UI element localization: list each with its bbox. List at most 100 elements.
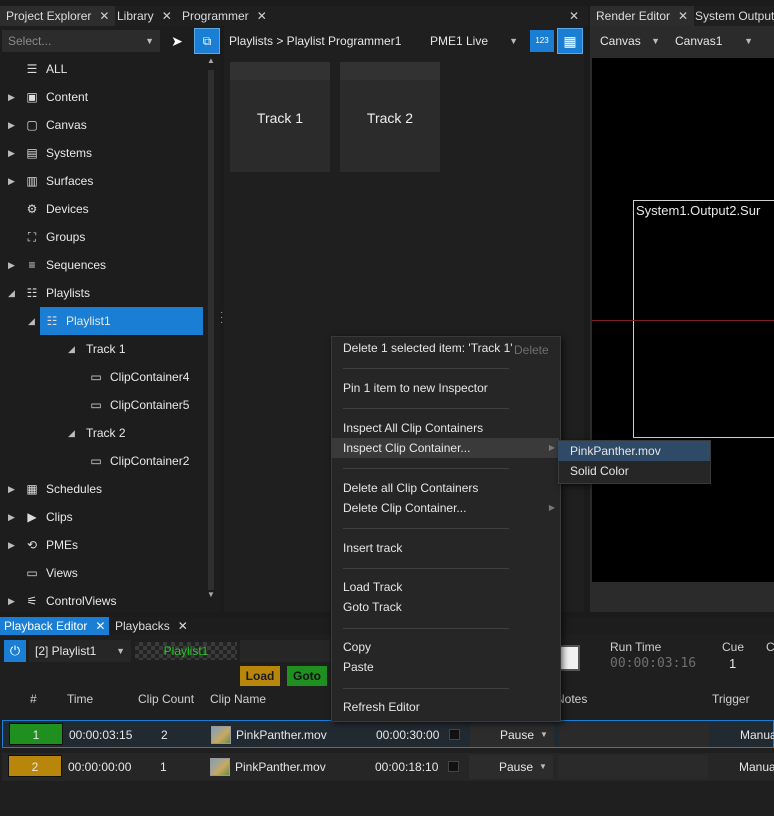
expand-arrow-icon[interactable]: ▶ [8,139,15,167]
secondary-dropdown[interactable] [240,640,330,662]
row-notes[interactable] [558,755,708,779]
tree-item[interactable]: ▭ ClipContainer5 [88,391,189,419]
column-time[interactable]: Time [67,692,93,706]
close-icon[interactable]: ✕ [95,619,105,633]
tab-render-editor[interactable]: Render Editor ✕ [590,6,695,26]
tab-project-explorer[interactable]: Project Explorer ✕ [0,6,116,26]
expand-arrow-icon[interactable]: ▶ [8,587,15,615]
row-number[interactable]: 2 [8,755,62,777]
tree-item[interactable]: ▶ ▥ Surfaces [8,167,93,195]
column-num[interactable]: # [30,692,37,706]
context-menu-item[interactable]: Insert track [331,538,559,558]
canvas-name-dropdown[interactable]: Canvas1 ▼ [669,30,759,52]
context-menu-item[interactable]: Pin 1 item to new Inspector [331,378,559,398]
numbers-view-button[interactable]: 123 [530,30,554,52]
close-icon[interactable]: ✕ [162,9,172,23]
tree-item[interactable]: ◢ ☷ Playlists [8,279,91,307]
action-dropdown[interactable]: Pause ▼ [470,723,554,747]
tree-item[interactable]: ▶ ▤ Systems [8,139,92,167]
track-card-1[interactable]: Track 1 [230,62,330,172]
tree-item[interactable]: ⛶ Groups [24,223,86,251]
table-row[interactable]: 1 00:00:03:15 2 PinkPanther.mov 00:00:30:00 P… [2,720,774,748]
column-clip-count[interactable]: Clip Count [138,692,194,706]
tree-item[interactable]: ▭ ClipContainer4 [88,363,189,391]
close-icon[interactable]: ✕ [257,9,267,23]
tab-system-output[interactable]: System Output [689,6,774,26]
row-notes[interactable] [559,723,709,747]
tree-item[interactable]: ▶ ▢ Canvas [8,111,87,139]
scroll-thumb[interactable] [208,70,214,590]
expand-arrow-icon[interactable]: ▶ [8,167,15,195]
power-icon[interactable]: ⏻ [4,640,26,662]
context-menu-item[interactable]: Delete 1 selected item: 'Track 1' Delete [331,338,559,358]
scroll-down-icon[interactable]: ▼ [204,590,218,599]
collapse-arrow-icon[interactable]: ◢ [8,279,15,307]
load-button[interactable]: Load [240,666,280,686]
column-clip-name[interactable]: Clip Name [210,692,266,706]
explorer-scrollbar[interactable]: ▲ ▼ [204,56,218,612]
expand-arrow-icon[interactable]: ▶ [8,531,15,559]
collapse-arrow-icon[interactable]: ◢ [28,307,35,335]
tree-item[interactable]: ▶ ⚟ ControlViews [8,587,116,615]
context-menu-item[interactable]: Refresh Editor [331,697,559,717]
collapse-arrow-icon[interactable]: ◢ [68,335,75,363]
tree-item[interactable]: ▭ Views [24,559,77,587]
tree-item[interactable]: ◢ Track 2 [68,419,126,447]
expand-arrow-icon[interactable]: ▶ [8,251,15,279]
canvas-type-dropdown[interactable]: Canvas ▼ [594,30,666,52]
tree-item[interactable]: ☰ ALL [24,55,68,83]
tree-item[interactable]: ▶ ⟲ PMEs [8,531,78,559]
row-trigger[interactable]: Manua [740,721,774,749]
collapse-arrow-icon[interactable]: ◢ [68,419,75,447]
tab-playbacks[interactable]: Playbacks ✕ [115,617,188,635]
tree-item-label: Playlists [46,286,91,300]
row-number[interactable]: 1 [9,723,63,745]
scroll-up-icon[interactable]: ▲ [204,56,218,70]
tree-item[interactable]: ◢ Track 1 [68,335,126,363]
tree-item[interactable]: ▶ ▦ Schedules [8,475,102,503]
submenu-item-solid-color[interactable]: Solid Color [558,461,710,481]
tree-item[interactable]: ◢ ☷ Playlist1 [28,307,203,335]
row-checkbox[interactable] [448,761,459,772]
expand-arrow-icon[interactable]: ▶ [8,475,15,503]
context-menu-item[interactable]: Paste [331,657,559,677]
action-dropdown[interactable]: Pause ▼ [469,755,553,779]
expand-arrow-icon[interactable]: ▶ [8,83,15,111]
context-menu-item[interactable]: Delete Clip Container... ▶ [331,498,559,518]
tab-playback-editor[interactable]: Playback Editor ✕ [0,617,110,635]
track-card-2[interactable]: Track 2 [340,62,440,172]
expand-arrow-icon[interactable]: ▶ [8,503,15,531]
pointer-tool-icon[interactable]: ➤ [165,30,189,52]
close-icon[interactable]: ✕ [99,9,109,23]
expand-arrow-icon[interactable]: ▶ [8,111,15,139]
explorer-select-dropdown[interactable]: Select... ▼ [2,30,160,52]
tab-programmer[interactable]: Programmer ✕ [176,6,273,26]
pme-dropdown[interactable]: PME1 Live ▼ [424,30,524,52]
tree-item[interactable]: ▭ ClipContainer2 [88,447,189,475]
stop-button[interactable] [558,645,580,671]
row-checkbox[interactable] [449,729,460,740]
close-icon[interactable]: ✕ [178,619,188,633]
column-trigger[interactable]: Trigger [712,692,750,706]
row-trigger[interactable]: Manua [739,753,774,781]
grid-view-icon[interactable]: ▦ [557,28,583,54]
context-menu-item[interactable]: Inspect All Clip Containers [331,418,559,438]
table-row[interactable]: 2 00:00:00:00 1 PinkPanther.mov 00:00:18:10 P… [2,753,774,781]
tab-library[interactable]: Library ✕ [111,6,178,26]
context-menu-item[interactable]: Goto Track [331,597,559,617]
tree-item[interactable]: ▶ ▶ Clips [8,503,73,531]
link-icon[interactable]: ⧉ [194,28,220,54]
playlist-dropdown[interactable]: [2] Playlist1 ▼ [29,640,131,662]
output-region[interactable] [633,200,774,438]
close-icon[interactable]: ✕ [569,6,579,26]
close-icon[interactable]: ✕ [678,9,688,23]
tree-item[interactable]: ▶ ≡ Sequences [8,251,106,279]
context-menu-item[interactable]: Load Track [331,577,559,597]
tree-item[interactable]: ⚙ Devices [24,195,89,223]
context-menu-item[interactable]: Copy [331,637,559,657]
tree-item[interactable]: ▶ ▣ Content [8,83,88,111]
context-menu-item[interactable]: Inspect Clip Container... ▶ [331,438,559,458]
goto-button[interactable]: Goto [287,666,327,686]
submenu-item-pinkpanther[interactable]: PinkPanther.mov [558,441,710,461]
context-menu-item[interactable]: Delete all Clip Containers [331,478,559,498]
